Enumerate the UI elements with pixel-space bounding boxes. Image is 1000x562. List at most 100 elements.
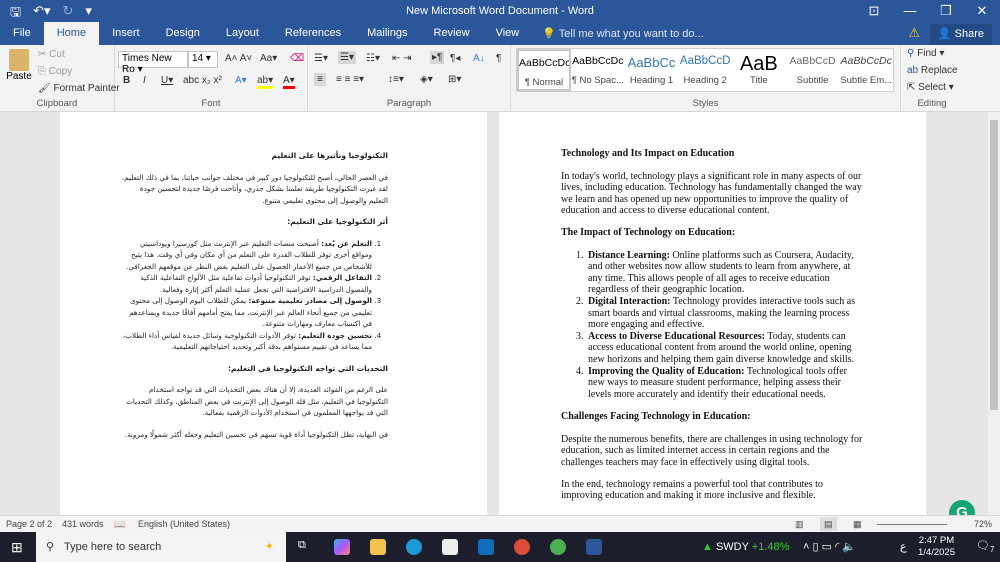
clear-formatting-icon[interactable]: ⌫ (290, 53, 304, 64)
rtl-icon[interactable]: ¶◂ (450, 53, 460, 64)
indent-icons[interactable]: ⇤ ⇥ (392, 53, 412, 64)
proofing-icon[interactable]: 📖 (114, 519, 125, 530)
replace-icon: ab (907, 65, 919, 76)
tab-file[interactable]: File (0, 22, 44, 45)
grow-font-icon[interactable]: A˄ A˅ (225, 53, 252, 64)
page-count[interactable]: Page 2 of 2 (6, 519, 52, 529)
copilot-icon[interactable] (334, 539, 350, 555)
tab-layout[interactable]: Layout (213, 22, 272, 45)
copy-button[interactable]: ⎘ Copy (38, 66, 72, 77)
title-bar: 🖫 ↶▾ ↻ ▾ New Microsoft Word Document - W… (0, 0, 1000, 22)
scroll-thumb[interactable] (990, 120, 998, 410)
underline-button[interactable]: U▾ (161, 75, 173, 86)
tab-references[interactable]: References (272, 22, 354, 45)
style-subtitle[interactable]: AaBbCcD Subtitle (786, 49, 840, 91)
web-layout-icon[interactable]: ▦ (853, 519, 862, 530)
zoom-slider[interactable] (877, 524, 947, 525)
copilot-sparkle-icon: ✦ (264, 541, 274, 553)
cut-button[interactable]: ✂ Cut (38, 49, 65, 60)
arabic-intro: في العصر الحالي، أصبح للتكنولوجيا دور كب… (121, 172, 388, 205)
arabic-page[interactable]: التكنولوجيا وتأثيرها على التعليم في العص… (60, 112, 487, 515)
italic-button[interactable]: I (143, 75, 146, 86)
outlook-icon[interactable] (478, 539, 494, 555)
tab-design[interactable]: Design (153, 22, 213, 45)
arabic-title: التكنولوجيا وتأثيرها على التعليم (271, 151, 388, 160)
taskbar: ⊞ ⚲ Type here to search ✦ ⧉ ▲ SWDY +1.48% … (0, 532, 1000, 562)
style-subtle-emphasis[interactable]: AaBbCcDc Subtle Em... (839, 49, 893, 91)
tab-review[interactable]: Review (421, 22, 483, 45)
bold-button[interactable]: B (123, 75, 130, 86)
minimize-button[interactable]: — (892, 0, 928, 22)
chrome-profile-icon[interactable] (550, 539, 566, 555)
tell-me-box[interactable]: 💡 Tell me what you want to do... (542, 27, 703, 40)
change-case-icon[interactable]: Aa▾ (260, 53, 277, 64)
align-left-icon[interactable]: ≡ (314, 73, 326, 86)
stock-widget[interactable]: ▲ SWDY +1.48% (702, 541, 789, 553)
ribbon-display-icon[interactable]: ⊡ (856, 0, 892, 22)
highlight-icon[interactable]: ab▾ (257, 75, 274, 89)
list-item: Improving the Quality of Education: Tech… (586, 366, 866, 401)
multilevel-list-icon[interactable]: ☷▾ (366, 53, 380, 64)
style-heading-2[interactable]: AaBbCcD Heading 2 (678, 49, 732, 91)
style-no-spacing[interactable]: AaBbCcDc ¶ No Spac... (571, 49, 625, 91)
search-icon: ⚲ (46, 541, 55, 553)
font-name-select[interactable]: Times New Ro ▾ (118, 51, 188, 75)
font-size-select[interactable]: 14 ▾ (188, 51, 218, 68)
print-layout-icon[interactable]: ▤ (820, 517, 837, 531)
file-explorer-icon[interactable] (370, 539, 386, 555)
pilcrow-icon[interactable]: ¶ (496, 53, 501, 64)
share-button[interactable]: 👤 Share (929, 24, 992, 45)
store-icon[interactable] (442, 539, 458, 555)
arabic-challenges-heading: التحديات التي تواجه التكنولوجيا في التعل… (227, 363, 388, 373)
taskbar-search[interactable]: ⚲ Type here to search ✦ (36, 532, 286, 562)
tray-icons[interactable]: ˄ ▯ ▭ ◜ 🔈 (803, 540, 856, 553)
tab-mailings[interactable]: Mailings (354, 22, 420, 45)
align-icons[interactable]: ≡ ≡ ≡▾ (336, 74, 364, 85)
status-bar: Page 2 of 2 431 words 📖 English (United … (0, 515, 1000, 532)
strikethrough-button[interactable]: abc x₂ x² (183, 75, 222, 86)
edge-icon[interactable] (406, 539, 422, 555)
font-color-icon[interactable]: A▾ (283, 75, 295, 89)
english-page[interactable]: Technology and Its Impact on Education I… (499, 112, 926, 515)
bullets-icon[interactable]: ☰▾ (314, 53, 328, 64)
language[interactable]: English (United States) (138, 519, 230, 529)
format-painter-button[interactable]: 🖌 Format Painter (38, 83, 120, 94)
windows-start-icon[interactable]: ⊞ (11, 539, 23, 556)
read-mode-icon[interactable]: ▥ (795, 519, 804, 530)
list-item: Digital Interaction: Technology provides… (586, 296, 866, 331)
shading-icon[interactable]: ◈▾ (420, 74, 433, 85)
text-effects-icon[interactable]: A▾ (235, 75, 247, 86)
style-heading-1[interactable]: AaBbCc Heading 1 (625, 49, 679, 91)
input-language[interactable]: ع (900, 540, 907, 553)
tab-home[interactable]: Home (43, 22, 100, 45)
tab-view[interactable]: View (483, 22, 533, 45)
numbering-icon[interactable]: ☰▾ (338, 51, 356, 64)
chrome-icon[interactable] (514, 539, 530, 555)
zoom-level[interactable]: 72% (974, 519, 992, 529)
word-icon[interactable] (586, 539, 602, 555)
cursor-icon: ⇱ (907, 82, 916, 93)
lightbulb-icon: 💡 (542, 28, 559, 40)
find-button[interactable]: ⚲ Find ▾ (907, 48, 944, 59)
list-item: تحسين جودة التعليم: توفر الأدوات التكنول… (120, 330, 372, 353)
paragraph-group: ☰▾ ☰▾ ☷▾ ⇤ ⇥ ▸¶ ¶◂ A↓ ¶ ≡ ≡ ≡ ≡▾ ↕≡▾ ◈▾ … (308, 45, 511, 112)
replace-button[interactable]: ab Replace (907, 65, 958, 76)
vertical-scrollbar[interactable] (988, 112, 1000, 515)
word-count[interactable]: 431 words (62, 519, 104, 529)
style-title[interactable]: AaB Title (732, 49, 786, 91)
task-view-icon[interactable]: ⧉ (298, 539, 306, 552)
borders-icon[interactable]: ⊞▾ (448, 74, 461, 85)
restore-button[interactable]: ❐ (928, 0, 964, 22)
paste-button[interactable]: Paste (6, 49, 32, 82)
tab-insert[interactable]: Insert (99, 22, 153, 45)
ltr-icon[interactable]: ▸¶ (430, 51, 445, 64)
style-normal[interactable]: AaBbCcDc ¶ Normal (517, 49, 571, 91)
person-icon: 👤 (937, 28, 955, 40)
warning-icon[interactable]: ⚠ (908, 25, 920, 41)
line-spacing-icon[interactable]: ↕≡▾ (388, 74, 404, 85)
sort-icon[interactable]: A↓ (473, 53, 485, 64)
select-button[interactable]: ⇱ Select ▾ (907, 82, 954, 93)
clock[interactable]: 2:47 PM 1/4/2025 (918, 535, 955, 559)
notifications-icon[interactable]: 🗨7 (976, 539, 994, 554)
close-button[interactable]: ✕ (964, 0, 1000, 22)
